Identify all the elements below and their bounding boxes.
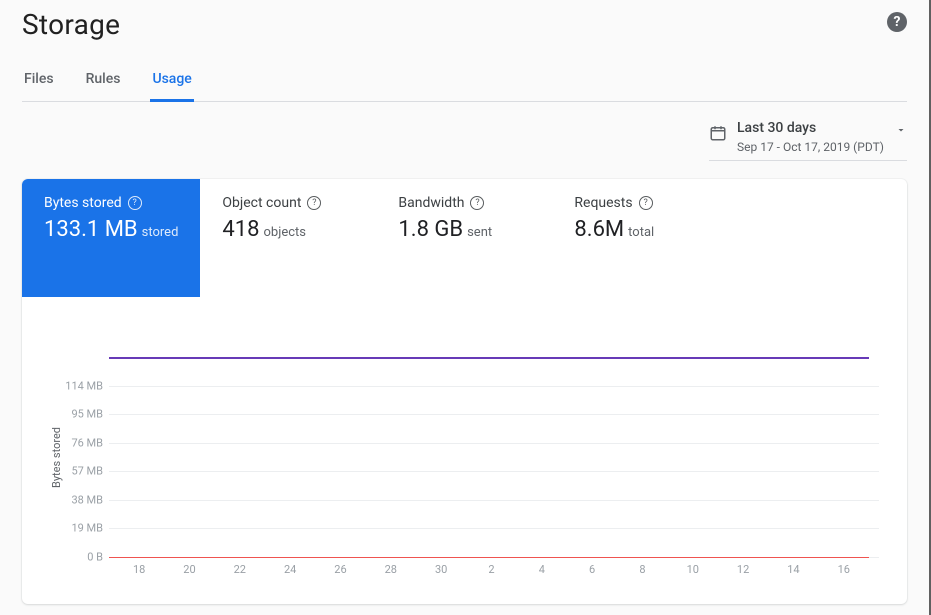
x-tick: 4 xyxy=(517,563,567,576)
y-tick: 95 MB xyxy=(71,408,103,421)
chart-plot-area xyxy=(109,357,879,557)
help-icon[interactable]: ? xyxy=(887,12,907,32)
date-range-picker[interactable]: Last 30 days Sep 17 - Oct 17, 2019 (PDT) xyxy=(709,116,907,161)
usage-card: Bytes stored ? 133.1 MB stored Object cou… xyxy=(22,179,907,604)
x-tick: 22 xyxy=(215,563,265,576)
x-tick: 12 xyxy=(718,563,768,576)
metric-value: 1.8 GB xyxy=(398,217,463,242)
help-circle-icon[interactable]: ? xyxy=(307,196,321,210)
grid-line xyxy=(109,443,879,444)
x-tick: 20 xyxy=(164,563,214,576)
help-circle-icon[interactable]: ? xyxy=(128,196,142,210)
y-tick: 76 MB xyxy=(71,436,103,449)
metric-object-count[interactable]: Object count ? 418 objects xyxy=(200,179,376,297)
grid-line xyxy=(109,528,879,529)
calendar-icon xyxy=(709,124,727,142)
metric-label: Object count xyxy=(222,195,301,211)
help-circle-icon[interactable]: ? xyxy=(470,196,484,210)
x-tick: 26 xyxy=(315,563,365,576)
y-tick: 57 MB xyxy=(71,465,103,478)
x-tick: 8 xyxy=(617,563,667,576)
metric-bandwidth[interactable]: Bandwidth ? 1.8 GB sent xyxy=(376,179,552,297)
x-tick: 6 xyxy=(567,563,617,576)
chevron-down-icon xyxy=(895,124,907,136)
tab-usage[interactable]: Usage xyxy=(150,71,193,102)
help-circle-icon[interactable]: ? xyxy=(639,196,653,210)
date-range-sub: Sep 17 - Oct 17, 2019 (PDT) xyxy=(737,140,885,154)
metric-value: 418 xyxy=(222,217,259,242)
page-title: Storage xyxy=(22,8,120,41)
metric-requests[interactable]: Requests ? 8.6M total xyxy=(552,179,728,297)
metric-label: Bytes stored xyxy=(44,195,122,211)
x-tick: 24 xyxy=(265,563,315,576)
metric-label: Bandwidth xyxy=(398,195,464,211)
metric-suffix: total xyxy=(628,225,654,240)
grid-line xyxy=(109,500,879,501)
chart: Bytes stored 114 MB 95 MB 76 MB 57 MB 38 MB 1… xyxy=(22,297,907,604)
date-range-label: Last 30 days xyxy=(737,120,885,136)
metric-bytes-stored[interactable]: Bytes stored ? 133.1 MB stored xyxy=(22,179,200,297)
x-tick: 10 xyxy=(668,563,718,576)
x-tick: 18 xyxy=(114,563,164,576)
series-line xyxy=(109,357,869,359)
grid-line xyxy=(109,414,879,415)
y-tick: 38 MB xyxy=(71,493,103,506)
metric-suffix: stored xyxy=(142,225,179,240)
metric-suffix: objects xyxy=(264,225,307,240)
chart-x-axis: 18202224262830246810121416 xyxy=(114,563,869,576)
tabs: Files Rules Usage xyxy=(22,71,907,102)
y-tick: 114 MB xyxy=(65,379,103,392)
x-tick: 16 xyxy=(819,563,869,576)
grid-line xyxy=(109,471,879,472)
metric-suffix: sent xyxy=(467,225,492,240)
tab-rules[interactable]: Rules xyxy=(84,71,123,101)
x-tick: 28 xyxy=(366,563,416,576)
tab-files[interactable]: Files xyxy=(22,71,56,101)
metric-value: 8.6M xyxy=(574,217,624,242)
series-line xyxy=(109,557,869,558)
chart-y-ticks: 114 MB95 MB76 MB57 MB38 MB19 MB0 B xyxy=(63,357,109,557)
metric-value: 133.1 MB xyxy=(44,217,138,242)
y-tick: 0 B xyxy=(87,551,103,564)
metric-label: Requests xyxy=(574,195,632,211)
metrics-row: Bytes stored ? 133.1 MB stored Object cou… xyxy=(22,179,907,297)
x-tick: 2 xyxy=(466,563,516,576)
x-tick: 30 xyxy=(416,563,466,576)
chart-y-axis-label: Bytes stored xyxy=(50,427,63,488)
y-tick: 19 MB xyxy=(71,522,103,535)
x-tick: 14 xyxy=(768,563,818,576)
grid-line xyxy=(109,386,879,387)
